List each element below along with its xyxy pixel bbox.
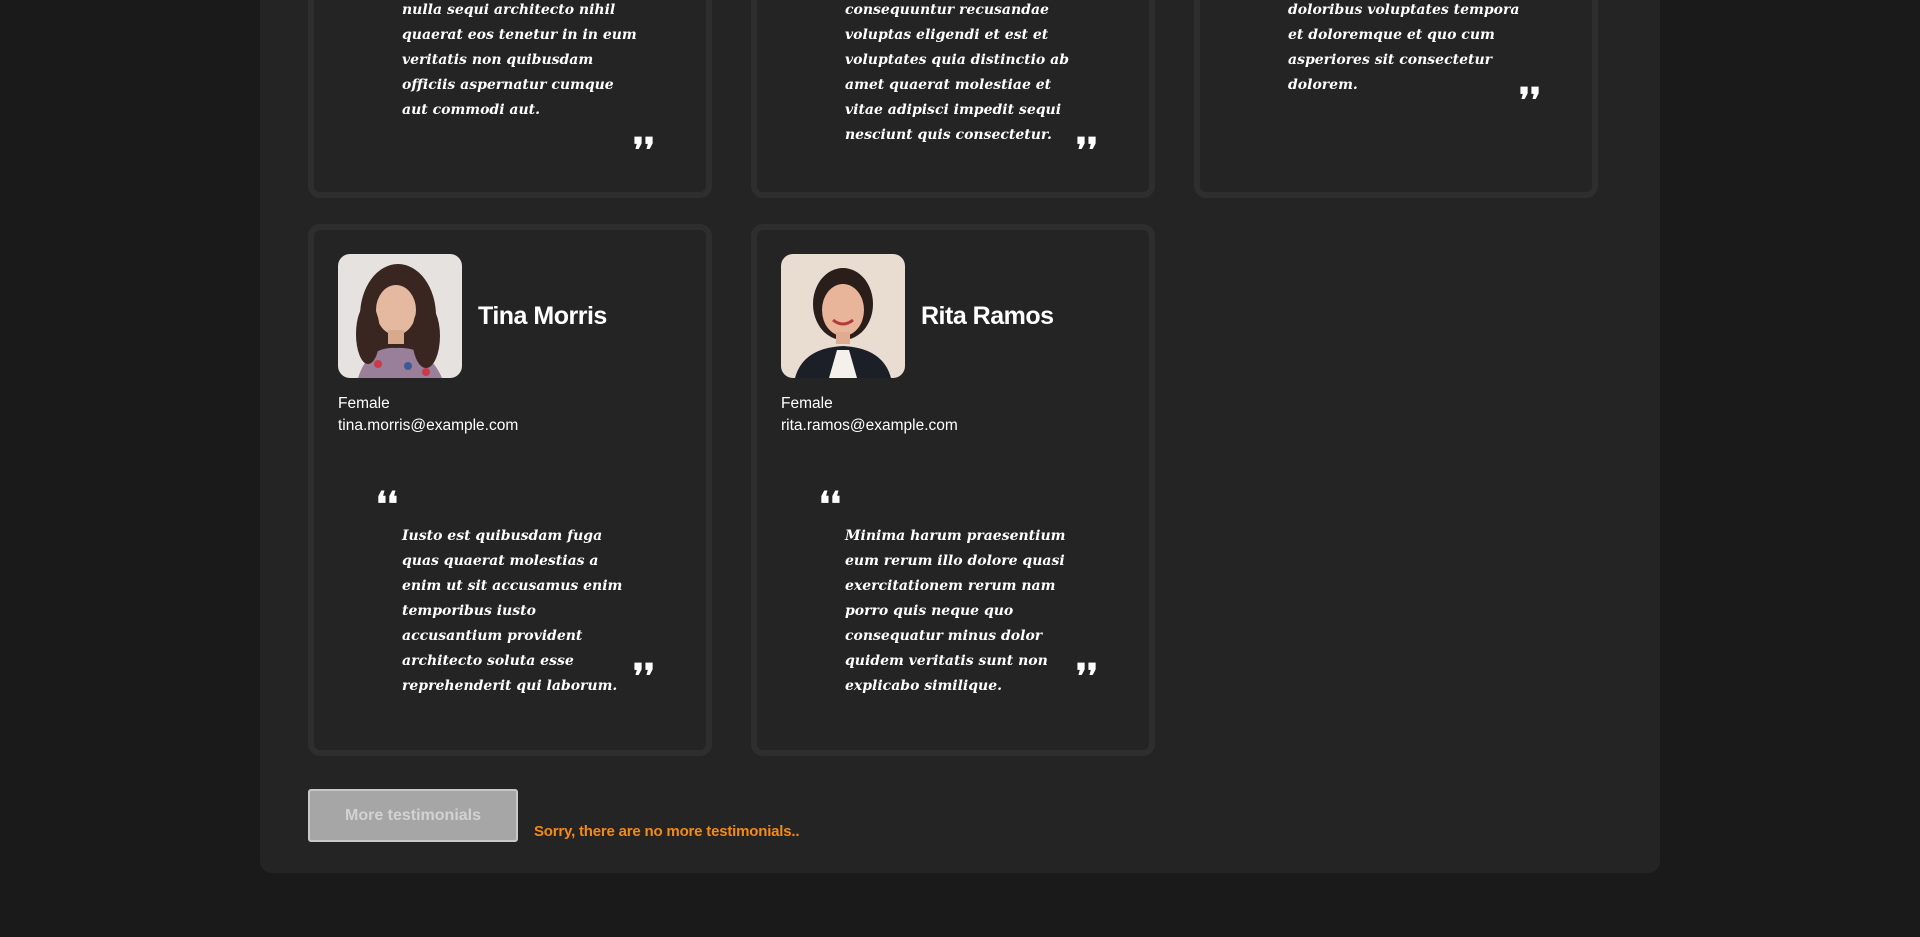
close-quote-icon: ❜❜ bbox=[1076, 131, 1098, 171]
close-quote-icon: ❜❜ bbox=[1076, 657, 1098, 697]
no-more-testimonials-notice: Sorry, there are no more testimonials.. bbox=[534, 823, 800, 840]
testimonial-header: Tina Morris bbox=[338, 254, 607, 378]
more-testimonials-button[interactable]: More testimonials bbox=[308, 789, 518, 842]
testimonial-gender: Female bbox=[781, 395, 833, 412]
testimonial-quote-text: doloribus voluptates tempora et doloremq… bbox=[1288, 2, 1520, 93]
testimonial-quote-text: consequuntur recusandae voluptas eligend… bbox=[845, 2, 1069, 143]
testimonial-header: Rita Ramos bbox=[781, 254, 1054, 378]
testimonial-name: Tina Morris bbox=[478, 301, 607, 330]
testimonial-card: doloribus voluptates tempora et doloremq… bbox=[1194, 0, 1598, 198]
testimonial-email: rita.ramos@example.com bbox=[781, 417, 958, 434]
close-quote-icon: ❜❜ bbox=[633, 657, 655, 697]
testimonial-quote-text: nulla sequi architecto nihil quaerat eos… bbox=[402, 2, 637, 118]
open-quote-icon: ❛❛ bbox=[819, 485, 841, 525]
close-quote-icon: ❜❜ bbox=[1519, 81, 1541, 121]
avatar bbox=[338, 254, 462, 378]
testimonial-name: Rita Ramos bbox=[921, 301, 1054, 330]
testimonial-quote-text: Minima harum praesentium eum rerum illo … bbox=[845, 528, 1066, 694]
testimonial-email: tina.morris@example.com bbox=[338, 417, 519, 434]
testimonial-gender: Female bbox=[338, 395, 390, 412]
close-quote-icon: ❜❜ bbox=[633, 131, 655, 171]
testimonial-card: Tina Morris Female tina.morris@example.c… bbox=[308, 224, 712, 756]
open-quote-icon: ❛❛ bbox=[376, 485, 398, 525]
avatar bbox=[781, 254, 905, 378]
testimonial-card: Rita Ramos Female rita.ramos@example.com… bbox=[751, 224, 1155, 756]
testimonial-card: consequuntur recusandae voluptas eligend… bbox=[751, 0, 1155, 198]
testimonial-quote-text: Iusto est quibusdam fuga quas quaerat mo… bbox=[402, 528, 623, 694]
testimonial-card: nulla sequi architecto nihil quaerat eos… bbox=[308, 0, 712, 198]
